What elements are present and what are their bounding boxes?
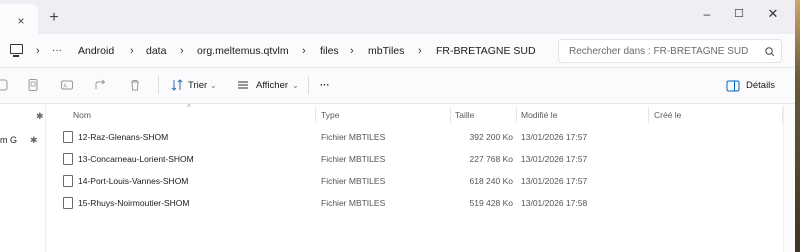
rename-icon[interactable]: A (60, 78, 74, 92)
column-header-modified[interactable]: Modifié le (521, 110, 557, 120)
pin-icon[interactable]: ✱ (30, 135, 40, 145)
file-type: Fichier MBTILES (321, 132, 386, 142)
file-explorer-window: × + – ☐ ✕ › ··· Android › data › org.mel… (0, 0, 795, 252)
file-row[interactable]: 12-Raz-Glenans-SHOM Fichier MBTILES 392 … (47, 127, 783, 147)
file-row[interactable]: 15-Rhuys-Noirmoutier-SHOM Fichier MBTILE… (47, 193, 783, 213)
file-modified: 13/01/2026 17:57 (521, 176, 588, 186)
minimize-button[interactable]: – (692, 4, 722, 24)
close-window-button[interactable]: ✕ (758, 4, 788, 24)
file-name: 12-Raz-Glenans-SHOM (78, 132, 169, 142)
tab-strip: × + – ☐ ✕ (0, 0, 795, 34)
breadcrumb-separator: › (302, 45, 306, 57)
this-pc-icon[interactable] (10, 44, 23, 57)
new-tab-button[interactable]: + (46, 10, 62, 26)
column-headers: ^ Nom Type Taille Modifié le Créé le (47, 103, 783, 125)
breadcrumb-separator: › (350, 45, 354, 57)
details-label: Détails (746, 80, 776, 91)
share-icon[interactable] (94, 78, 108, 92)
breadcrumb-separator: › (180, 45, 184, 57)
file-size: 227 768 Ko (469, 154, 513, 164)
file-row[interactable]: 13-Concarneau-Lorient-SHOM Fichier MBTIL… (47, 149, 783, 169)
column-divider[interactable] (450, 107, 451, 123)
column-divider[interactable] (648, 107, 649, 123)
file-icon (63, 175, 73, 187)
search-placeholder: Rechercher dans : FR-BRETAGNE SUD (569, 46, 749, 57)
chevron-down-icon: ⌄ (210, 81, 217, 90)
file-size: 519 428 Ko (469, 198, 513, 208)
new-item-icon[interactable] (0, 78, 10, 92)
column-divider[interactable] (516, 107, 517, 123)
file-modified: 13/01/2026 17:57 (521, 132, 588, 142)
pin-icon[interactable]: ✱ (36, 111, 46, 121)
content-area: ✱ m G ✱ ^ Nom Type Taille Modifié le Cré… (0, 103, 795, 252)
file-row[interactable]: 14-Port-Louis-Vannes-SHOM Fichier MBTILE… (47, 171, 783, 191)
file-size: 618 240 Ko (469, 176, 513, 186)
view-button[interactable]: Afficher (256, 79, 288, 93)
breadcrumb-separator: › (418, 45, 422, 57)
address-bar-row: › ··· Android › data › org.meltemus.qtvl… (0, 34, 795, 68)
breadcrumb[interactable]: › ··· Android › data › org.meltemus.qtvl… (30, 34, 550, 68)
breadcrumb-item-current-folder[interactable]: FR-BRETAGNE SUD (436, 44, 536, 58)
column-divider[interactable] (315, 107, 316, 123)
column-header-type[interactable]: Type (321, 110, 339, 120)
toolbar-divider (158, 76, 159, 94)
file-type: Fichier MBTILES (321, 154, 386, 164)
column-header-created[interactable]: Créé le (654, 110, 681, 120)
file-size: 392 200 Ko (469, 132, 513, 142)
maximize-button[interactable]: ☐ (724, 4, 754, 24)
file-icon (63, 153, 73, 165)
breadcrumb-overflow[interactable]: ··· (52, 44, 62, 58)
file-type: Fichier MBTILES (321, 176, 386, 186)
tab-current[interactable]: × (0, 4, 38, 34)
toolbar-divider (308, 76, 309, 94)
cut-icon[interactable] (26, 78, 40, 92)
command-bar: A Trier ⌄ Afficher ⌄ ··· Détails (0, 68, 795, 104)
breadcrumb-item-mbtiles[interactable]: mbTiles (368, 44, 404, 58)
close-tab-icon[interactable]: × (14, 14, 28, 28)
file-icon (63, 197, 73, 209)
file-list: ^ Nom Type Taille Modifié le Créé le 12-… (47, 103, 783, 252)
nav-item-partial[interactable]: m G (0, 135, 17, 145)
sort-button[interactable]: Trier (188, 79, 207, 93)
search-input[interactable]: Rechercher dans : FR-BRETAGNE SUD (558, 39, 782, 63)
details-button[interactable]: Détails (726, 76, 784, 96)
file-modified: 13/01/2026 17:58 (521, 198, 588, 208)
view-icon[interactable] (236, 78, 250, 92)
column-header-name[interactable]: Nom (73, 110, 91, 120)
navigation-pane: ✱ m G ✱ (0, 105, 46, 252)
breadcrumb-item-data[interactable]: data (146, 44, 166, 58)
details-pane-icon (726, 79, 740, 95)
delete-icon[interactable] (128, 78, 142, 92)
sort-icon[interactable] (170, 78, 184, 92)
breadcrumb-item-android[interactable]: Android (78, 44, 114, 58)
sort-ascending-icon: ^ (187, 103, 191, 112)
breadcrumb-separator: › (36, 45, 40, 57)
breadcrumb-separator: › (130, 45, 134, 57)
breadcrumb-item-qtvlm[interactable]: org.meltemus.qtvlm (197, 44, 289, 58)
chevron-down-icon: ⌄ (292, 81, 299, 90)
file-name: 13-Concarneau-Lorient-SHOM (78, 154, 194, 164)
breadcrumb-item-files[interactable]: files (320, 44, 339, 58)
file-modified: 13/01/2026 17:57 (521, 154, 588, 164)
file-type: Fichier MBTILES (321, 198, 386, 208)
file-name: 15-Rhuys-Noirmoutier-SHOM (78, 198, 190, 208)
more-options-button[interactable]: ··· (320, 79, 330, 93)
search-icon[interactable] (763, 45, 777, 59)
file-name: 14-Port-Louis-Vannes-SHOM (78, 176, 189, 186)
file-icon (63, 131, 73, 143)
vertical-scrollbar[interactable] (783, 105, 795, 252)
column-header-size[interactable]: Taille (455, 110, 474, 120)
